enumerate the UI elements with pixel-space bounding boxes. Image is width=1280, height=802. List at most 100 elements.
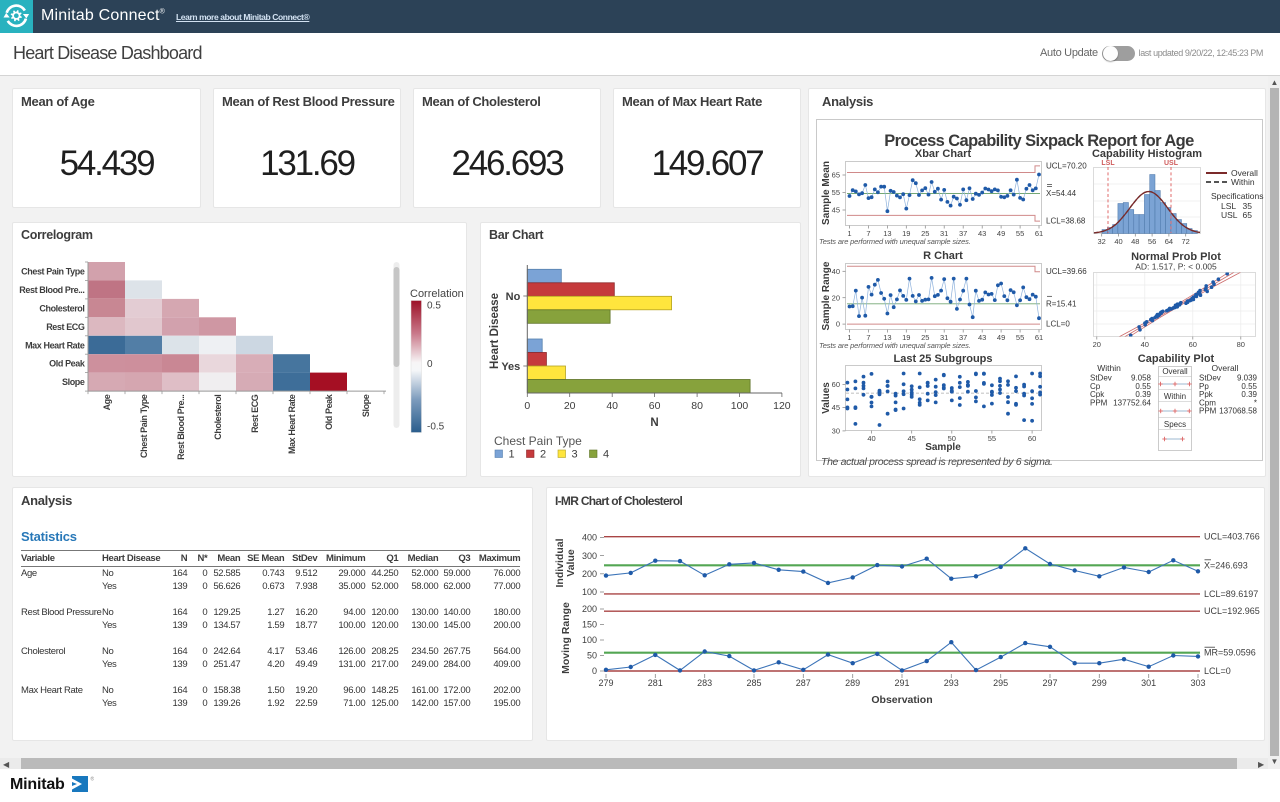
svg-text:64: 64 xyxy=(1165,237,1173,246)
svg-text:Values: Values xyxy=(821,382,832,414)
svg-text:Slope: Slope xyxy=(62,377,85,387)
svg-text:40: 40 xyxy=(1141,340,1149,349)
svg-text:100: 100 xyxy=(582,635,597,645)
svg-text:R Chart: R Chart xyxy=(923,250,963,262)
svg-text:100: 100 xyxy=(731,400,749,412)
svg-text:Old Peak: Old Peak xyxy=(324,393,334,430)
svg-text:Sample: Sample xyxy=(925,442,961,453)
svg-text:Specifications: Specifications xyxy=(1211,191,1263,201)
svg-text:55: 55 xyxy=(1016,229,1024,238)
svg-text:80: 80 xyxy=(1237,340,1245,349)
svg-text:UCL=192.965: UCL=192.965 xyxy=(1204,606,1260,616)
svg-text:40: 40 xyxy=(1114,237,1122,246)
svg-text:0: 0 xyxy=(524,400,530,412)
svg-text:65: 65 xyxy=(832,171,840,180)
svg-text:Capability Histogram: Capability Histogram xyxy=(1092,148,1202,160)
svg-text:Capability Plot: Capability Plot xyxy=(1138,353,1215,365)
svg-text:300: 300 xyxy=(582,551,597,561)
svg-text:X=54.44: X=54.44 xyxy=(1046,189,1077,198)
svg-text:40: 40 xyxy=(867,434,875,443)
svg-text:LCL=38.68: LCL=38.68 xyxy=(1046,217,1086,226)
svg-text:R=15.41: R=15.41 xyxy=(1046,299,1077,308)
svg-text:279: 279 xyxy=(598,678,613,688)
svg-text:60: 60 xyxy=(1189,340,1197,349)
svg-text:Overall: Overall xyxy=(1212,363,1239,373)
svg-text:AD: 1.517, P: < 0.005: AD: 1.517, P: < 0.005 xyxy=(1135,262,1217,272)
svg-text:0: 0 xyxy=(427,359,433,370)
svg-text:UCL=39.66: UCL=39.66 xyxy=(1046,267,1087,276)
svg-text:20: 20 xyxy=(832,293,840,302)
svg-text:LCL=89.6197: LCL=89.6197 xyxy=(1204,589,1258,599)
svg-text:Chest Pain Type: Chest Pain Type xyxy=(21,267,85,277)
svg-text:297: 297 xyxy=(1042,678,1057,688)
svg-text:40: 40 xyxy=(606,400,618,412)
svg-text:293: 293 xyxy=(944,678,959,688)
svg-text:137068.58: 137068.58 xyxy=(1219,407,1257,416)
svg-text:55: 55 xyxy=(988,434,996,443)
svg-text:Last 25 Subgroups: Last 25 Subgroups xyxy=(893,353,992,365)
svg-text:Age: Age xyxy=(102,394,112,410)
svg-text:Max Heart Rate: Max Heart Rate xyxy=(287,394,297,454)
svg-text:45: 45 xyxy=(908,434,916,443)
svg-text:Within: Within xyxy=(1097,363,1121,373)
svg-text:Max Heart Rate: Max Heart Rate xyxy=(25,340,85,350)
svg-text:PPM: PPM xyxy=(1090,398,1108,407)
svg-text:0.5: 0.5 xyxy=(427,301,441,312)
svg-text:20: 20 xyxy=(1093,340,1101,349)
svg-text:Within: Within xyxy=(1231,177,1255,187)
svg-text:Cholesterol: Cholesterol xyxy=(213,395,223,440)
svg-text:80: 80 xyxy=(691,400,703,412)
svg-text:1: 1 xyxy=(509,449,515,461)
svg-text:49: 49 xyxy=(997,229,1005,238)
svg-text:Tests are performed with unequ: Tests are performed with unequal sample … xyxy=(819,237,971,246)
svg-text:N: N xyxy=(650,417,658,429)
svg-text:LSL: LSL xyxy=(1101,160,1115,167)
svg-text:Rest Blood Pre...: Rest Blood Pre... xyxy=(176,395,186,460)
svg-text:303: 303 xyxy=(1190,678,1205,688)
svg-text:USL: USL xyxy=(1164,160,1179,167)
svg-text:Within: Within xyxy=(1164,392,1186,401)
svg-text:120: 120 xyxy=(773,400,791,412)
svg-text:289: 289 xyxy=(845,678,860,688)
svg-text:43: 43 xyxy=(978,333,986,342)
svg-text:Correlation: Correlation xyxy=(410,288,464,300)
svg-text:48: 48 xyxy=(1131,237,1139,246)
svg-text:UCL=403.766: UCL=403.766 xyxy=(1204,532,1260,542)
svg-text:65: 65 xyxy=(1243,210,1253,220)
svg-text:56: 56 xyxy=(1148,237,1156,246)
svg-text:Moving Range: Moving Range xyxy=(560,602,572,674)
svg-text:100: 100 xyxy=(582,587,597,597)
svg-text:61: 61 xyxy=(1035,333,1043,342)
svg-text:400: 400 xyxy=(582,533,597,543)
svg-text:MR=59.0596: MR=59.0596 xyxy=(1204,648,1256,658)
svg-text:No: No xyxy=(506,291,521,303)
svg-text:LCL=0: LCL=0 xyxy=(1046,320,1070,329)
svg-text:299: 299 xyxy=(1092,678,1107,688)
svg-text:285: 285 xyxy=(746,678,761,688)
svg-text:150: 150 xyxy=(582,620,597,630)
svg-text:291: 291 xyxy=(894,678,909,688)
svg-text:Cholesterol: Cholesterol xyxy=(39,303,84,313)
svg-text:283: 283 xyxy=(697,678,712,688)
svg-text:49: 49 xyxy=(997,333,1005,342)
svg-text:60: 60 xyxy=(1028,434,1036,443)
svg-text:Chest Pain Type: Chest Pain Type xyxy=(494,434,582,448)
svg-text:72: 72 xyxy=(1182,237,1190,246)
svg-text:55: 55 xyxy=(832,188,840,197)
svg-text:The actual process spread is r: The actual process spread is represented… xyxy=(821,456,1053,468)
svg-text:55: 55 xyxy=(1016,333,1024,342)
svg-text:Overall: Overall xyxy=(1162,367,1188,376)
svg-text:60: 60 xyxy=(649,400,661,412)
svg-text:Tests are performed with unequ: Tests are performed with unequal sample … xyxy=(819,341,971,350)
svg-text:Observation: Observation xyxy=(871,694,932,706)
svg-text:0: 0 xyxy=(836,320,840,329)
svg-text:Rest ECG: Rest ECG xyxy=(250,394,260,433)
svg-text:-0.5: -0.5 xyxy=(427,422,445,433)
svg-text:Heart Disease: Heart Disease xyxy=(489,293,501,369)
svg-text:40: 40 xyxy=(832,267,840,276)
svg-text:45: 45 xyxy=(832,403,840,412)
svg-text:LCL=0: LCL=0 xyxy=(1204,666,1231,676)
svg-text:281: 281 xyxy=(648,678,663,688)
svg-text:2: 2 xyxy=(540,449,546,461)
svg-text:200: 200 xyxy=(582,569,597,579)
